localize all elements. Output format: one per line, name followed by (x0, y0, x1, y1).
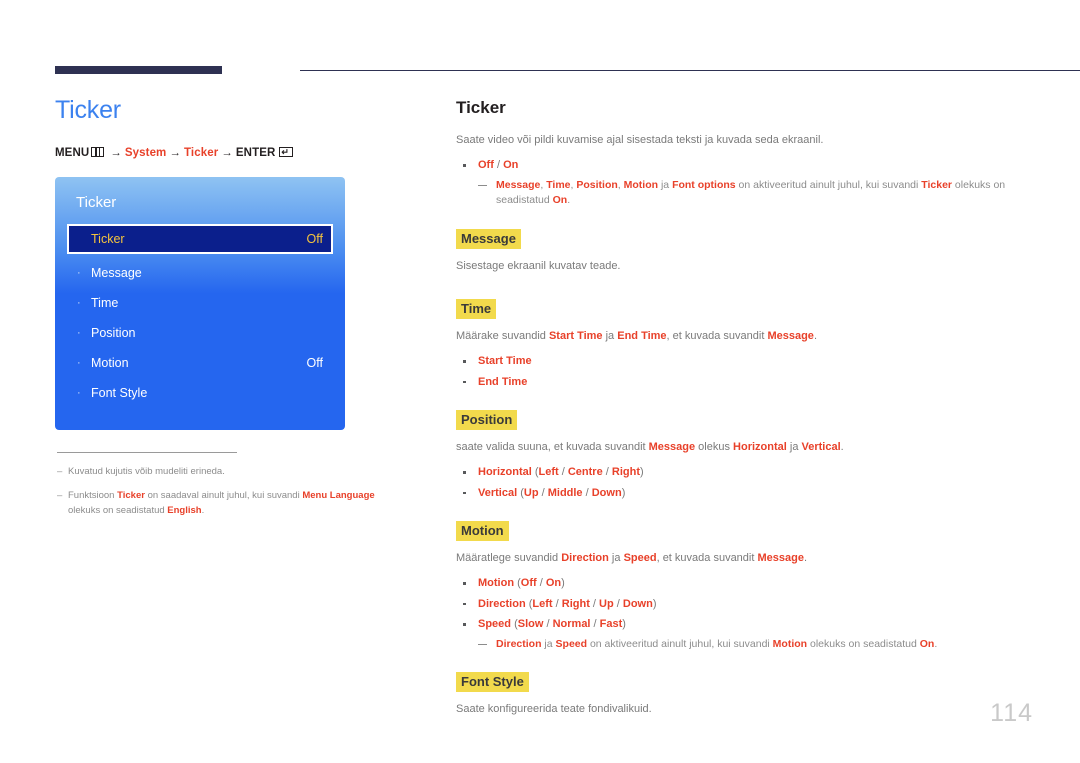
section-heading-position: Position (456, 410, 518, 431)
footnote-divider (57, 452, 237, 453)
section-paragraph: Määratlege suvandid Direction ja Speed, … (456, 552, 808, 565)
breadcrumb-arrow-2: → (169, 147, 181, 159)
list-item: Horizontal (Left / Centre / Right) (456, 464, 1031, 481)
page-title: Ticker (55, 96, 121, 124)
header-rule-thick (55, 66, 222, 74)
osd-row-bullet: · (77, 386, 81, 399)
footnote-item: ‒ Kuvatud kujutis võib mudeliti erineda. (55, 465, 425, 479)
osd-row-bullet: · (77, 326, 81, 339)
osd-row-value: Off (306, 356, 323, 370)
left-column: Ticker MENU → System → Ticker → ENTER ↵ Ticker … (55, 96, 425, 528)
osd-row-font-style[interactable]: · Font Style (67, 378, 333, 408)
header-rule-thin (300, 70, 1080, 71)
section-heading-message: Message (456, 229, 521, 250)
osd-row-time[interactable]: · Time (67, 288, 333, 318)
right-column: Ticker Saate video või pildi kuvamise aj… (456, 98, 1031, 727)
list-item: Speed (Slow / Normal / Fast) (456, 616, 1031, 633)
breadcrumb-item-ticker[interactable]: Ticker (184, 147, 218, 159)
footnote-text: Kuvatud kujutis võib mudeliti erineda. (68, 466, 225, 477)
breadcrumb-item-system[interactable]: System (125, 147, 167, 159)
osd-row-label: Time (91, 296, 119, 310)
list-item: End Time (456, 374, 1031, 391)
header-rules (55, 66, 1080, 76)
section-bullet-list: Horizontal (Left / Centre / Right) Vertic… (456, 464, 1031, 501)
osd-row-bullet: · (77, 266, 81, 279)
breadcrumb-menu-label: MENU (55, 147, 90, 159)
intro-subnote: Message, Time, Position, Motion ja Font … (456, 178, 1031, 210)
section-heading-motion: Motion (456, 521, 509, 542)
list-item: Start Time (456, 353, 1031, 370)
section-paragraph: Saate konfigureerida teate fondivalikuid… (456, 703, 652, 716)
osd-row-position[interactable]: · Position (67, 318, 333, 348)
list-item: Vertical (Up / Middle / Down) (456, 485, 1031, 502)
section-paragraph: Sisestage ekraanil kuvatav teade. (456, 260, 621, 273)
osd-menu-list: Ticker Off · Message · Time · Position · Motion Of… (55, 224, 345, 408)
osd-panel: Ticker Ticker Off · Message · Time · Position · M… (55, 177, 345, 430)
osd-row-motion[interactable]: · Motion Off (67, 348, 333, 378)
osd-row-ticker[interactable]: Ticker Off (67, 224, 333, 254)
section-paragraph: Määrake suvandid Start Time ja End Time,… (456, 330, 817, 343)
list-item: Motion (Off / On) (456, 575, 1031, 592)
sections-container: Message Sisestage ekraanil kuvatav teade.… (456, 213, 1031, 718)
menu-grid-icon (91, 147, 105, 157)
breadcrumb-arrow-1: → (110, 147, 122, 159)
intro-bullet-list: Off / On (456, 157, 1031, 174)
section-subnote: Direction ja Speed on aktiveeritud ainul… (456, 637, 1031, 653)
osd-row-label: Font Style (91, 386, 148, 400)
list-item: Off / On (456, 157, 1031, 174)
breadcrumb: MENU → System → Ticker → ENTER ↵ (55, 147, 425, 159)
page-number: 114 (990, 699, 1033, 727)
section-bullet-list: Start Time End Time (456, 353, 1031, 390)
section-bullet-list: Motion (Off / On) Direction (Left / Right… (456, 575, 1031, 633)
intro-paragraph: Saate video või pildi kuvamise ajal sise… (456, 134, 824, 146)
breadcrumb-arrow-3: → (221, 147, 233, 159)
osd-row-bullet: · (77, 296, 81, 309)
osd-row-bullet: · (77, 356, 81, 369)
breadcrumb-enter-label: ENTER (235, 147, 276, 159)
section-heading-font-style: Font Style (456, 672, 529, 693)
section-heading-time: Time (456, 299, 497, 320)
section-paragraph: saate valida suuna, et kuvada suvandit M… (456, 441, 844, 454)
right-column-title: Ticker (456, 98, 506, 117)
list-item: Direction (Left / Right / Up / Down) (456, 596, 1031, 613)
osd-row-message[interactable]: · Message (67, 258, 333, 288)
osd-row-label: Ticker (91, 232, 125, 246)
footnote-dash: ‒ (57, 490, 63, 502)
osd-row-value: Off (306, 232, 323, 246)
footnote-dash: ‒ (57, 466, 63, 477)
osd-row-label: Motion (91, 356, 129, 370)
footnote-text: Funktsioon Ticker on saadaval ainult juh… (68, 490, 375, 516)
footnote-list: ‒ Kuvatud kujutis võib mudeliti erineda. ‒… (55, 465, 425, 518)
osd-panel-title: Ticker (76, 194, 117, 211)
osd-row-label: Position (91, 326, 136, 340)
osd-row-label: Message (91, 266, 142, 280)
footnote-item: ‒ Funktsioon Ticker on saadaval ainult ju… (55, 489, 425, 518)
enter-return-icon: ↵ (279, 147, 294, 157)
